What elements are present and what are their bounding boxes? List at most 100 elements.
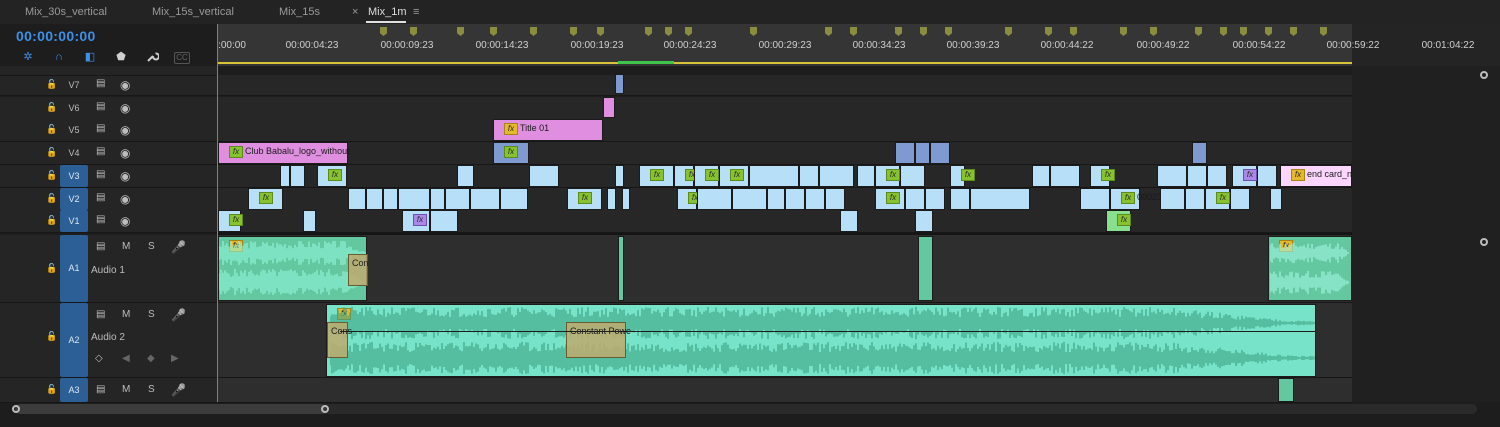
timeline-clip[interactable] — [470, 188, 500, 210]
timeline-clip[interactable] — [457, 165, 474, 187]
zoom-handle-right[interactable] — [321, 405, 329, 413]
zoom-handle-left[interactable] — [12, 405, 20, 413]
timeline-clip[interactable] — [1192, 142, 1207, 164]
timeline-clip[interactable]: fx 00023.M — [1110, 188, 1172, 210]
timeline-clip[interactable]: fx — [567, 188, 602, 210]
solo-button[interactable]: S — [148, 241, 155, 252]
timeline-clip[interactable] — [732, 188, 767, 210]
sync-lock-icon[interactable]: ▤ — [96, 78, 105, 89]
timeline-clip[interactable] — [825, 188, 845, 210]
audio-scroll-knob[interactable] — [1480, 238, 1488, 246]
timeline-clip[interactable]: fx — [875, 188, 905, 210]
timeline-clip[interactable] — [950, 188, 970, 210]
timeline-clip[interactable] — [618, 236, 624, 301]
timeline-clip[interactable] — [445, 188, 470, 210]
timeline-clip[interactable] — [529, 165, 559, 187]
keyframe-prev-icon[interactable]: ◀ — [122, 353, 130, 364]
timeline-clip[interactable]: fx — [639, 165, 674, 187]
video-lane-v4[interactable] — [218, 142, 1352, 165]
ripple-edit-icon[interactable]: ✲ — [20, 50, 36, 64]
crossfade-transition[interactable]: Constant Powe — [566, 322, 631, 358]
timeline-clip[interactable] — [1230, 188, 1250, 210]
track-name[interactable]: V1 — [60, 210, 88, 232]
timeline-clip[interactable] — [970, 188, 1030, 210]
timeline-clip[interactable] — [1187, 165, 1207, 187]
track-name[interactable]: V3 — [60, 165, 88, 187]
timeline-clip[interactable] — [900, 165, 925, 187]
timeline-clip[interactable] — [1080, 188, 1110, 210]
timeline-clip[interactable] — [918, 236, 933, 301]
snap-magnet-icon[interactable]: ∩ — [51, 50, 67, 64]
timeline-clip[interactable] — [857, 165, 875, 187]
eye-icon[interactable]: ◉ — [120, 101, 130, 115]
lock-icon[interactable]: 🔓 — [46, 215, 57, 226]
microphone-icon[interactable]: 🎤 — [171, 308, 186, 322]
volume-rubberband[interactable] — [340, 331, 1316, 332]
captions-icon[interactable]: CC — [174, 52, 190, 64]
crossfade-transition[interactable]: Con — [348, 254, 369, 286]
crossfade-transition[interactable]: Cons — [327, 322, 352, 358]
track-name[interactable]: A2 — [60, 303, 88, 377]
keyframe-next-icon[interactable]: ▶ — [171, 353, 179, 364]
video-lane-v1[interactable] — [218, 210, 1352, 233]
timeline-clip[interactable]: fx — [1205, 188, 1230, 210]
timeline-clip[interactable]: fx Club Babalu_logo_without — [218, 142, 350, 164]
audio-lane-a1[interactable] — [218, 235, 1352, 303]
timeline-clip[interactable] — [1278, 378, 1294, 402]
timeline-clip[interactable] — [607, 188, 616, 210]
timeline-clip[interactable] — [280, 165, 290, 187]
timeline-clip[interactable] — [1032, 165, 1050, 187]
timeline-clip[interactable] — [819, 165, 854, 187]
sync-lock-icon[interactable]: ▤ — [96, 101, 105, 112]
timeline-clip[interactable] — [303, 210, 316, 232]
track-name[interactable]: V4 — [60, 142, 88, 164]
timeline-clip[interactable] — [930, 142, 950, 164]
linked-selection-icon[interactable]: ◧ — [82, 50, 98, 64]
timeline-clip[interactable] — [840, 210, 858, 232]
sync-lock-icon[interactable]: ▤ — [96, 214, 105, 225]
sync-lock-icon[interactable]: ▤ — [96, 309, 105, 320]
lock-icon[interactable]: 🔓 — [46, 384, 57, 395]
timeline-clip[interactable]: fx — [719, 165, 749, 187]
tab-close-icon[interactable]: × — [352, 0, 358, 24]
solo-button[interactable]: S — [148, 384, 155, 395]
eye-icon[interactable]: ◉ — [120, 78, 130, 92]
timeline-clip[interactable] — [603, 97, 615, 118]
timeline-clip[interactable] — [398, 188, 430, 210]
track-name[interactable]: A1 — [60, 235, 88, 302]
tab-mix-15s-vertical[interactable]: Mix_15s_vertical — [152, 0, 234, 24]
lock-icon[interactable]: 🔓 — [46, 147, 57, 158]
track-name[interactable]: V5 — [60, 119, 88, 141]
video-scroll-knob[interactable] — [1480, 71, 1488, 79]
timeline-clip[interactable]: fx — [674, 165, 699, 187]
timeline-clip[interactable]: fx — [1106, 210, 1131, 232]
lock-icon[interactable]: 🔓 — [46, 263, 57, 274]
wrench-icon[interactable] — [144, 50, 160, 64]
mute-button[interactable]: M — [122, 309, 130, 320]
sync-lock-icon[interactable]: ▤ — [96, 123, 105, 134]
solo-button[interactable]: S — [148, 309, 155, 320]
timeline-clip[interactable] — [290, 165, 305, 187]
keyframe-icon[interactable]: ◆ — [147, 353, 155, 364]
eye-icon[interactable]: ◉ — [120, 123, 130, 137]
mute-button[interactable]: M — [122, 241, 130, 252]
video-lane-v6[interactable] — [218, 97, 1352, 120]
timeline-clip[interactable] — [767, 188, 785, 210]
timeline-clip[interactable]: fx — [1232, 165, 1257, 187]
timeline-clip[interactable] — [1160, 188, 1185, 210]
timeline-clip[interactable]: fx — [218, 210, 243, 232]
timeline-clip[interactable] — [915, 142, 930, 164]
track-name[interactable]: V7 — [60, 75, 88, 95]
sync-lock-icon[interactable]: ▤ — [96, 146, 105, 157]
timeline-clip[interactable]: fx — [317, 165, 347, 187]
timeline-clip[interactable] — [500, 188, 528, 210]
timeline-clip[interactable] — [383, 188, 398, 210]
timeline-clip[interactable] — [1270, 188, 1282, 210]
sync-lock-icon[interactable]: ▤ — [96, 192, 105, 203]
lock-icon[interactable]: 🔓 — [46, 79, 57, 90]
timeline-clip[interactable]: fx — [1090, 165, 1115, 187]
marker-icon[interactable]: ⬟ — [113, 50, 129, 64]
timeline-clip[interactable] — [430, 210, 458, 232]
timeline-clip[interactable] — [749, 165, 799, 187]
microphone-icon[interactable]: 🎤 — [171, 383, 186, 397]
